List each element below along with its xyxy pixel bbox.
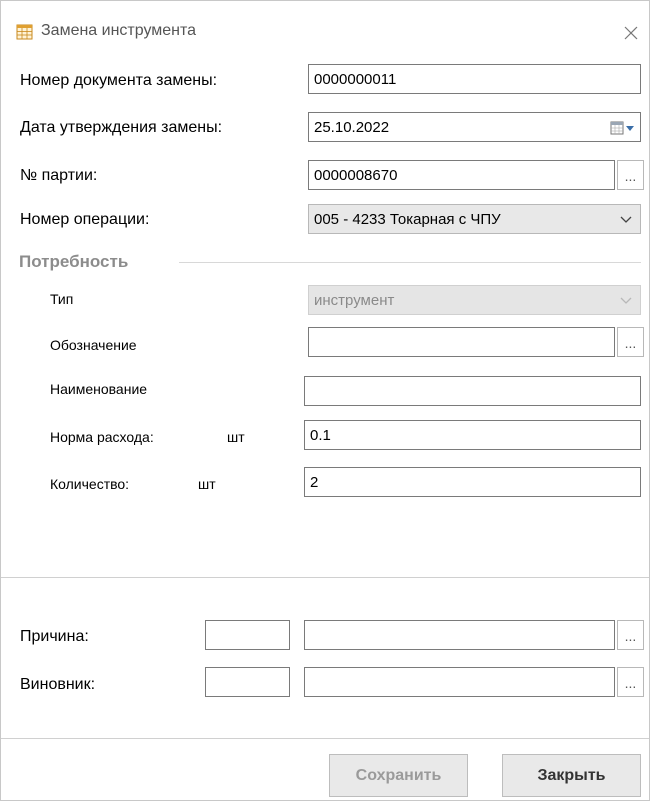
reason-field[interactable]: [304, 620, 615, 650]
approval-date-field[interactable]: 25.10.2022: [308, 112, 641, 142]
culprit-label: Виновник:: [20, 676, 96, 693]
close-button[interactable]: Закрыть: [502, 754, 641, 797]
culprit-field[interactable]: [304, 667, 615, 697]
quantity-label: Количество:: [50, 476, 130, 492]
replace-tool-dialog: Замена инструмента Номер документа замен…: [0, 0, 650, 801]
close-icon: [624, 26, 638, 40]
designation-label: Обозначение: [50, 337, 137, 353]
consumption-rate-field[interactable]: 0.1: [304, 420, 641, 450]
type-value: инструмент: [314, 292, 395, 309]
batch-number-label: № партии:: [20, 167, 98, 184]
name-label: Наименование: [50, 381, 148, 397]
approval-date-value: 25.10.2022: [314, 119, 390, 136]
save-button[interactable]: Сохранить: [329, 754, 468, 797]
reason-code-field[interactable]: [205, 620, 290, 650]
section-divider: [179, 262, 641, 263]
quantity-unit: шт: [198, 476, 216, 492]
type-select: инструмент: [308, 285, 641, 315]
chevron-down-icon: [620, 297, 632, 304]
window-title: Замена инструмента: [41, 22, 197, 39]
reason-select-button[interactable]: ...: [617, 620, 644, 650]
designation-field[interactable]: [308, 327, 615, 357]
table-calendar-icon: [16, 24, 33, 40]
doc-number-field[interactable]: 0000000011: [308, 64, 641, 94]
operation-value: 005 - 4233 Токарная с ЧПУ: [314, 211, 501, 228]
consumption-rate-unit: шт: [227, 429, 245, 445]
need-section-title: Потребность: [19, 252, 129, 271]
name-field[interactable]: [304, 376, 641, 406]
separator: [1, 577, 649, 578]
batch-select-button[interactable]: ...: [617, 160, 644, 190]
footer-separator: [1, 738, 649, 739]
calendar-dropdown-icon[interactable]: [610, 120, 636, 136]
consumption-rate-label: Норма расхода:: [50, 429, 154, 445]
culprit-code-field[interactable]: [205, 667, 290, 697]
operation-select[interactable]: 005 - 4233 Токарная с ЧПУ: [308, 204, 641, 234]
doc-number-label: Номер документа замены:: [20, 72, 218, 89]
approval-date-label: Дата утверждения замены:: [20, 119, 223, 136]
close-window-button[interactable]: [619, 21, 643, 45]
designation-select-button[interactable]: ...: [617, 327, 644, 357]
chevron-down-icon: [620, 216, 632, 223]
batch-number-field[interactable]: 0000008670: [308, 160, 615, 190]
operation-label: Номер операции:: [20, 211, 150, 228]
type-label: Тип: [50, 291, 74, 307]
culprit-select-button[interactable]: ...: [617, 667, 644, 697]
title-bar: Замена инструмента: [1, 1, 649, 51]
quantity-field[interactable]: 2: [304, 467, 641, 497]
reason-label: Причина:: [20, 628, 89, 645]
